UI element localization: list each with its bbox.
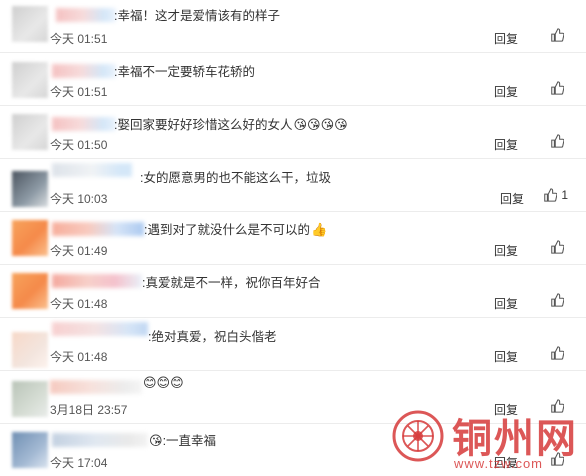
reply-button[interactable]: 回复	[494, 83, 518, 100]
nickname-blurred[interactable]	[52, 117, 116, 131]
thumbs-up-icon	[551, 293, 564, 307]
comment-text: 😘:一直幸福	[149, 433, 217, 448]
comment-time: 今天 10:03	[50, 192, 108, 206]
comment-time: 今天 01:50	[50, 138, 108, 152]
comment-text: :娶回家要好好珍惜这么好的女人😘😘😘😘	[114, 117, 348, 132]
nickname-blurred[interactable]	[52, 222, 144, 236]
comment-time: 3月18日 23:57	[50, 403, 128, 417]
site-logo-icon	[392, 410, 444, 462]
thumbs-up-icon	[551, 134, 564, 148]
nickname-blurred[interactable]	[52, 433, 148, 447]
like-button[interactable]: 1	[543, 188, 568, 202]
avatar[interactable]	[12, 432, 48, 468]
thumbs-up-icon	[551, 81, 564, 95]
comment-text: :真爱就是不一样，祝你百年好合	[142, 276, 321, 290]
like-button[interactable]	[550, 293, 568, 307]
comment-time: 今天 01:51	[50, 85, 108, 99]
thumbs-up-icon	[551, 240, 564, 254]
reply-button[interactable]: 回复	[494, 30, 518, 47]
nickname-blurred[interactable]	[52, 274, 142, 288]
watermark-url: www.tzw.com	[454, 456, 544, 471]
like-button[interactable]	[550, 240, 568, 254]
nickname-blurred[interactable]	[52, 322, 148, 336]
thumbs-up-icon	[551, 28, 564, 42]
like-count: 1	[561, 188, 568, 202]
nickname-blurred[interactable]	[52, 64, 116, 78]
comment-row: :遇到对了就没什么是不可以的👍 今天 01:49 回复	[0, 212, 586, 265]
nickname-blurred[interactable]	[50, 380, 142, 394]
nickname-blurred[interactable]	[52, 163, 132, 177]
thumbs-up-icon	[544, 188, 558, 202]
emoji-icon: 😘😘😘😘	[293, 117, 348, 132]
site-watermark: 铜州网 www.tzw.com	[388, 404, 586, 476]
comment-row: :真爱就是不一样，祝你百年好合 今天 01:48 回复	[0, 265, 586, 318]
comment-row: :幸福！这才是爱情该有的样子 今天 01:51 回复	[0, 0, 586, 53]
avatar[interactable]	[12, 114, 48, 150]
reply-button[interactable]: 回复	[500, 190, 524, 207]
like-button[interactable]	[550, 81, 568, 95]
like-button[interactable]	[550, 134, 568, 148]
avatar[interactable]	[12, 332, 48, 368]
comment-time: 今天 01:49	[50, 244, 108, 258]
thumbs-up-icon	[551, 346, 564, 360]
nickname-blurred[interactable]	[56, 8, 116, 22]
comment-row: :娶回家要好好珍惜这么好的女人😘😘😘😘 今天 01:50 回复	[0, 106, 586, 159]
reply-button[interactable]: 回复	[494, 136, 518, 153]
comment-row: :女的愿意男的也不能这么干，垃圾 今天 10:03 回复 1	[0, 159, 586, 212]
emoji-icon: 😊😊😊	[143, 375, 184, 390]
avatar[interactable]	[12, 381, 48, 417]
emoji-icon: 👍	[310, 222, 328, 237]
reply-button[interactable]: 回复	[494, 295, 518, 312]
comment-time: 今天 01:48	[50, 350, 108, 364]
comment-text: :女的愿意男的也不能这么干，垃圾	[140, 171, 331, 185]
comment-time: 今天 01:48	[50, 297, 108, 311]
comment-row: :绝对真爱，祝白头偕老 今天 01:48 回复	[0, 318, 586, 371]
reply-button[interactable]: 回复	[494, 348, 518, 365]
avatar[interactable]	[12, 220, 48, 256]
avatar[interactable]	[12, 171, 48, 207]
comment-text: :幸福！这才是爱情该有的样子	[114, 9, 280, 23]
comment-time: 今天 01:51	[50, 32, 108, 46]
comment-text: :绝对真爱，祝白头偕老	[148, 330, 277, 344]
reply-button[interactable]: 回复	[494, 242, 518, 259]
comment-text: 😊😊😊	[142, 375, 184, 391]
avatar[interactable]	[12, 273, 48, 309]
comment-text: :遇到对了就没什么是不可以的👍	[144, 222, 328, 237]
avatar[interactable]	[12, 62, 48, 98]
emoji-icon: 😘	[149, 433, 163, 448]
comment-row: :幸福不一定要轿车花轿的 今天 01:51 回复	[0, 53, 586, 106]
avatar[interactable]	[12, 6, 48, 42]
comment-time: 今天 17:04	[50, 456, 108, 470]
like-button[interactable]	[550, 28, 568, 42]
like-button[interactable]	[550, 346, 568, 360]
comment-text: :幸福不一定要轿车花轿的	[114, 65, 255, 79]
